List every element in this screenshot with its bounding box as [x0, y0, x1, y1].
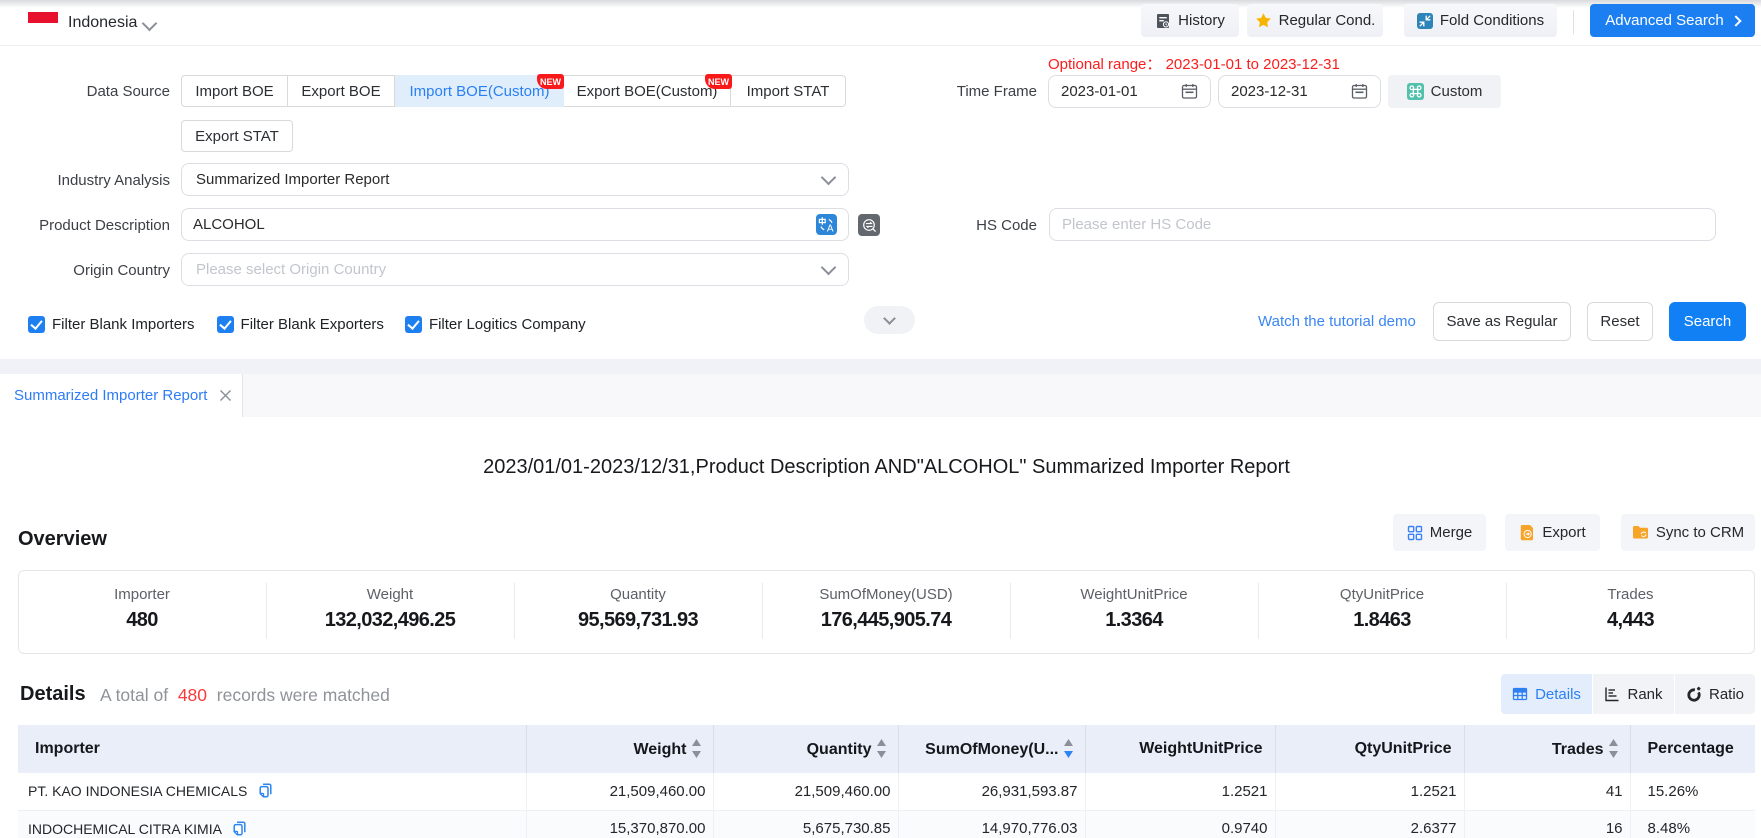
svg-text:A: A: [827, 224, 834, 235]
